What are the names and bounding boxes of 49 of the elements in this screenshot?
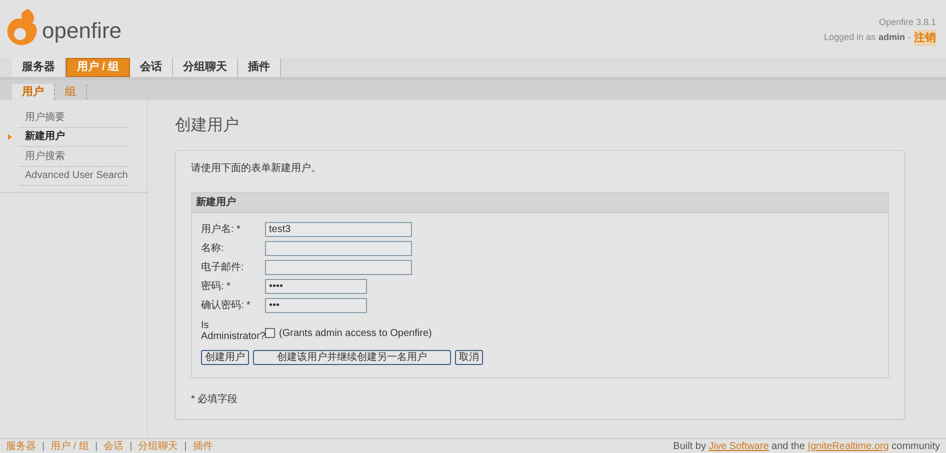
admin-checkbox[interactable] <box>265 328 275 338</box>
field-label: 名称: <box>201 242 225 256</box>
footer-link[interactable]: 用户 / 组 <box>50 438 89 453</box>
sub-tab[interactable]: 用户 <box>12 84 55 100</box>
field-label: 用户名: * <box>201 222 242 237</box>
sidebar-item[interactable]: 用户搜索 <box>18 147 129 166</box>
nav-tab[interactable]: 用户 / 组 <box>66 58 130 77</box>
separator-text: - <box>908 31 911 44</box>
form-button[interactable]: 创建用户 <box>201 350 249 365</box>
page-title: 创建用户 <box>175 116 240 136</box>
checkbox-hint: (Grants admin access to Openfire) <box>279 326 432 340</box>
separator-text: | <box>42 440 45 453</box>
sidebar-item[interactable]: Advanced User Search <box>18 166 129 186</box>
flame-logo-icon <box>6 6 38 46</box>
nav-tab[interactable]: 会话 <box>130 58 174 77</box>
intro-text: 请使用下面的表单新建用户。 <box>191 162 322 176</box>
logo-text: openfire <box>42 17 122 45</box>
sidebar-item[interactable]: 用户摘要 <box>18 108 129 128</box>
sidebar-item[interactable]: 新建用户 <box>18 128 129 147</box>
field-label: 确认密码: * <box>201 298 252 313</box>
jive-link[interactable]: Jive Software <box>708 440 769 452</box>
input-field[interactable]: ••• <box>265 298 367 313</box>
separator-text: | <box>130 440 132 453</box>
input-field[interactable] <box>265 241 412 256</box>
credit-text: Built by Jive Software and the IgniteRealtime.org community <box>673 440 940 453</box>
nav-tab[interactable]: 插件 <box>238 58 282 77</box>
nav-tab[interactable]: 服务器 <box>12 58 66 77</box>
field-label: 密码: * <box>201 280 232 294</box>
form-button[interactable]: 取消 <box>455 350 483 365</box>
form-button[interactable]: 创建该用户并继续创建另一名用户 <box>253 350 451 365</box>
footer-link[interactable]: 分组聊天 <box>138 438 178 453</box>
footer-link[interactable]: 会话 <box>104 438 124 453</box>
nav-tab[interactable]: 分组聊天 <box>173 58 238 77</box>
username: admin <box>878 31 905 44</box>
footer-link[interactable]: 服务器 <box>6 438 36 453</box>
separator-text: | <box>184 440 187 453</box>
footer-link[interactable]: 插件 <box>192 438 213 453</box>
field-label: Is Administrator? <box>201 320 265 342</box>
login-prefix: Logged in as <box>824 31 876 44</box>
arrow-icon <box>8 134 12 140</box>
input-field[interactable] <box>265 260 412 275</box>
input-field[interactable]: test3 <box>265 222 412 237</box>
form-header: 新建用户 <box>192 193 888 213</box>
version-text: Openfire 3.8.1 <box>878 16 936 29</box>
separator-text: | <box>94 440 98 453</box>
field-label: 电子邮件: <box>201 260 245 275</box>
ignite-link[interactable]: IgniteRealtime.org <box>808 440 889 452</box>
input-field[interactable]: •••• <box>265 279 367 294</box>
required-note: * 必填字段 <box>191 392 239 407</box>
